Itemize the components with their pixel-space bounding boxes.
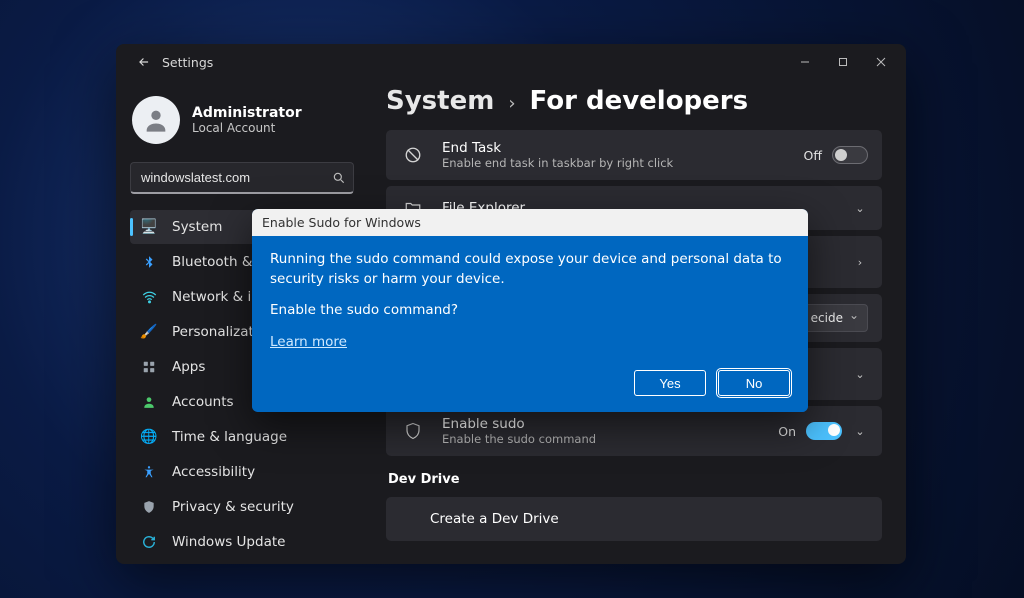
display-icon: 🖥️ [140, 218, 158, 236]
card-end-task[interactable]: End Task Enable end task in taskbar by r… [386, 130, 882, 180]
card-title: End Task [442, 140, 788, 156]
sidebar-item-label: Accessibility [172, 464, 255, 480]
chevron-down-icon[interactable]: ⌄ [852, 366, 868, 382]
sidebar-item-windows-update[interactable]: Windows Update [130, 525, 354, 559]
card-create-dev-drive[interactable]: Create a Dev Drive [386, 497, 882, 541]
globe-clock-icon: 🌐 [140, 428, 158, 446]
shield-icon [400, 422, 426, 440]
bluetooth-icon [140, 253, 158, 271]
sidebar-item-label: Privacy & security [172, 499, 294, 515]
dialog-title: Enable Sudo for Windows [252, 209, 808, 236]
sidebar-item-label: System [172, 219, 222, 235]
dialog-enable-sudo: Enable Sudo for Windows Running the sudo… [252, 209, 808, 412]
chevron-down-icon[interactable]: ⌄ [852, 200, 868, 216]
dialog-body-text-2: Enable the sudo command? [270, 301, 790, 321]
brush-icon: 🖌️ [140, 323, 158, 341]
sidebar-item-accessibility[interactable]: Accessibility [130, 455, 354, 489]
back-button[interactable] [130, 55, 158, 69]
person-icon [140, 393, 158, 411]
shield-icon [140, 498, 158, 516]
titlebar: Settings [116, 44, 906, 80]
toggle-end-task[interactable] [832, 146, 868, 164]
card-title: Enable sudo [442, 416, 762, 432]
sidebar-item-privacy[interactable]: Privacy & security [130, 490, 354, 524]
dropdown-decide[interactable]: ecide [800, 304, 868, 332]
window-title: Settings [162, 55, 213, 70]
chevron-right-icon: › [508, 93, 515, 114]
minimize-button[interactable] [786, 48, 824, 76]
account-type: Local Account [192, 121, 302, 135]
learn-more-link[interactable]: Learn more [270, 334, 347, 350]
sidebar-item-label: Apps [172, 359, 205, 375]
sidebar-item-label: Time & language [172, 429, 287, 445]
person-icon [142, 106, 170, 134]
yes-button[interactable]: Yes [634, 370, 706, 396]
breadcrumb-parent[interactable]: System [386, 86, 494, 116]
arrow-left-icon [137, 55, 151, 69]
card-subtitle: Enable the sudo command [442, 432, 762, 446]
card-title: Create a Dev Drive [430, 511, 868, 527]
account-name: Administrator [192, 105, 302, 121]
sidebar-item-label: Windows Update [172, 534, 285, 550]
section-dev-drive: Dev Drive [388, 472, 882, 487]
wifi-icon [140, 288, 158, 306]
breadcrumb-current: For developers [530, 86, 749, 116]
chevron-down-icon[interactable]: ⌄ [852, 423, 868, 439]
card-subtitle: Enable end task in taskbar by right clic… [442, 156, 788, 170]
update-icon [140, 533, 158, 551]
breadcrumb: System › For developers [386, 86, 882, 116]
card-enable-sudo[interactable]: Enable sudo Enable the sudo command On ⌄ [386, 406, 882, 456]
prohibit-icon [400, 146, 426, 164]
search-icon[interactable] [332, 171, 346, 185]
toggle-enable-sudo[interactable] [806, 422, 842, 440]
maximize-button[interactable] [824, 48, 862, 76]
dialog-body-text-1: Running the sudo command could expose yo… [270, 250, 790, 289]
toggle-state: Off [804, 148, 822, 163]
no-button[interactable]: No [718, 370, 790, 396]
account-block[interactable]: Administrator Local Account [130, 96, 354, 144]
toggle-state: On [778, 424, 796, 439]
apps-icon [140, 358, 158, 376]
sidebar-item-time-language[interactable]: 🌐 Time & language [130, 420, 354, 454]
chevron-right-icon[interactable]: › [852, 254, 868, 270]
accessibility-icon [140, 463, 158, 481]
search-input[interactable] [130, 162, 354, 194]
search-box [130, 162, 354, 194]
close-button[interactable] [862, 48, 900, 76]
avatar [132, 96, 180, 144]
sidebar-item-label: Accounts [172, 394, 234, 410]
